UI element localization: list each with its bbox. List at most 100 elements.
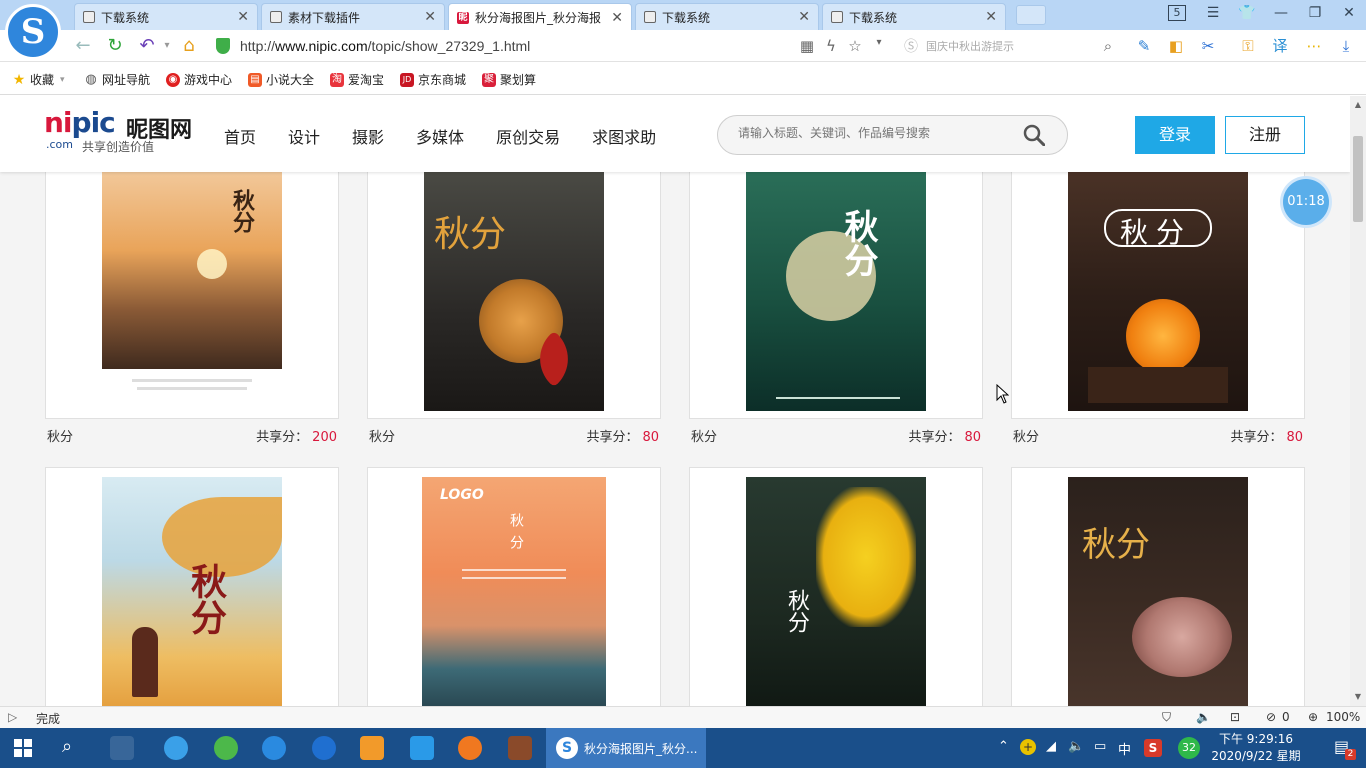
nav-home[interactable]: 首页 xyxy=(224,124,256,148)
poster-image[interactable]: 秋分 xyxy=(1068,171,1248,411)
key-icon[interactable]: ⚿ xyxy=(1238,36,1258,56)
scroll-thumb[interactable] xyxy=(1353,136,1363,222)
bookmark-game[interactable]: ◉ 游戏中心 xyxy=(166,71,232,88)
page-scrollbar[interactable]: ▲ ▼ xyxy=(1350,96,1366,706)
app-icon-archive[interactable] xyxy=(508,736,532,760)
bookmark-juhuasuan[interactable]: 聚 聚划算 xyxy=(482,71,536,88)
tab-material-plugin[interactable]: 素材下载插件 ✕ xyxy=(261,3,445,30)
poster-card[interactable]: LOGO 秋分 xyxy=(367,467,661,706)
poster-image[interactable]: 秋分 xyxy=(102,171,282,369)
taskbar-active-window[interactable]: S 秋分海报图片_秋分... xyxy=(546,728,706,768)
bookmark-novel[interactable]: ▤ 小说大全 xyxy=(248,71,314,88)
app-icon-browser-green[interactable] xyxy=(214,736,238,760)
bookmark-jd[interactable]: JD 京东商城 xyxy=(400,71,466,88)
search-icon[interactable]: ⌕ xyxy=(62,736,72,757)
zoom-level[interactable]: 100% xyxy=(1326,710,1360,724)
lock-icon[interactable]: ⊡ xyxy=(1230,710,1240,724)
login-button[interactable]: 登录 xyxy=(1135,116,1215,154)
bookmark-taobao[interactable]: 淘 爱淘宝 xyxy=(330,71,384,88)
scissors-icon[interactable]: ✂ xyxy=(1198,36,1218,56)
bookmark-favorites[interactable]: ★ 收藏 ▾ xyxy=(12,71,65,88)
tab-nipic-active[interactable]: 昵 秋分海报图片_秋分海报 ✕ xyxy=(448,3,632,31)
nav-multimedia[interactable]: 多媒体 xyxy=(416,124,464,148)
minimize-icon[interactable]: — xyxy=(1270,5,1292,21)
site-logo[interactable]: nipic 昵图网 .com 共享创造价值 xyxy=(44,108,192,155)
battery-icon[interactable]: ▭ xyxy=(1094,739,1106,754)
tab-download-1[interactable]: 下载系统 ✕ xyxy=(74,3,258,30)
app-icon-fan[interactable] xyxy=(110,736,134,760)
close-icon[interactable]: ✕ xyxy=(798,9,810,25)
poster-card[interactable]: 秋分 xyxy=(689,136,983,419)
new-tab-button[interactable] xyxy=(1016,5,1046,25)
nav-photography[interactable]: 摄影 xyxy=(352,124,384,148)
extension-icon[interactable]: ◧ xyxy=(1166,36,1186,56)
close-window-icon[interactable]: ✕ xyxy=(1338,5,1360,21)
ime-indicator[interactable]: 中 xyxy=(1118,739,1131,758)
poster-image[interactable]: 秋分 xyxy=(746,171,926,411)
shield-icon[interactable]: ⛉ xyxy=(1162,710,1171,725)
browser-search-box[interactable]: Ⓢ 国庆中秋出游提示 xyxy=(904,35,1120,57)
windows-start-icon[interactable] xyxy=(14,739,32,757)
app-icon-orange[interactable] xyxy=(360,736,384,760)
poster-image[interactable]: 秋分 xyxy=(102,477,282,706)
card-title[interactable]: 秋分 xyxy=(1013,426,1039,445)
register-button[interactable]: 注册 xyxy=(1225,116,1305,154)
poster-card[interactable]: 秋分 xyxy=(1011,136,1305,419)
tab-count-badge[interactable]: 5 xyxy=(1168,5,1186,21)
network-icon[interactable]: ◢ xyxy=(1046,739,1056,754)
poster-card[interactable]: 秋分 xyxy=(689,467,983,706)
close-icon[interactable]: ✕ xyxy=(611,10,623,26)
bookmark-nav[interactable]: ◍ 网址导航 xyxy=(84,71,150,88)
poster-image[interactable]: LOGO 秋分 xyxy=(422,477,606,706)
poster-card[interactable]: 秋分 xyxy=(1011,467,1305,706)
poster-card[interactable]: 秋分 xyxy=(45,136,339,419)
poster-image[interactable]: 秋分 xyxy=(1068,477,1248,706)
poster-image[interactable]: 秋分 xyxy=(424,171,604,411)
card-title[interactable]: 秋分 xyxy=(369,426,395,445)
site-search-input[interactable] xyxy=(738,126,1008,140)
tab-download-2[interactable]: 下载系统 ✕ xyxy=(635,3,819,30)
volume-icon[interactable]: 🔈 xyxy=(1068,739,1084,754)
download-icon[interactable]: ⤓ xyxy=(1336,36,1356,56)
qrcode-icon[interactable]: ▦ xyxy=(797,37,817,55)
tab-download-3[interactable]: 下载系统 ✕ xyxy=(822,3,1006,30)
scroll-down-icon[interactable]: ▼ xyxy=(1350,690,1366,704)
ie-icon[interactable] xyxy=(262,736,286,760)
nav-design[interactable]: 设计 xyxy=(288,124,320,148)
app-icon-k[interactable] xyxy=(312,736,336,760)
lightning-icon[interactable]: ϟ xyxy=(821,37,841,55)
browser-logo[interactable]: S xyxy=(5,4,61,60)
app-icon-flame[interactable] xyxy=(458,736,482,760)
close-icon[interactable]: ✕ xyxy=(985,9,997,25)
close-icon[interactable]: ✕ xyxy=(424,9,436,25)
chevron-up-icon[interactable]: ⌃ xyxy=(998,739,1009,754)
more-icon[interactable]: ⋯ xyxy=(1304,36,1324,56)
scroll-up-icon[interactable]: ▲ xyxy=(1350,98,1366,112)
plus-icon[interactable]: + xyxy=(1020,739,1036,755)
app-icon-flower[interactable] xyxy=(164,736,188,760)
search-icon[interactable] xyxy=(1023,124,1045,146)
translate-icon[interactable]: 译 xyxy=(1270,36,1290,56)
poster-image[interactable]: 秋分 xyxy=(746,477,926,706)
block-icon[interactable]: ⊘ xyxy=(1266,710,1276,724)
url-field[interactable]: http://www.nipic.com/topic/show_27329_1.… xyxy=(216,34,886,58)
taskbar-clock[interactable]: 下午 9:29:16 2020/9/22 星期二 xyxy=(1206,731,1306,768)
refresh-icon[interactable]: ↻ xyxy=(104,36,126,56)
skin-icon[interactable]: 👕 xyxy=(1236,5,1258,21)
search-icon[interactable]: ⌕ xyxy=(1098,37,1118,55)
back-icon[interactable]: ← xyxy=(72,36,94,56)
poster-card[interactable]: 秋分 xyxy=(367,136,661,419)
speaker-icon[interactable]: 🔈 xyxy=(1196,710,1211,724)
sidebar-toggle-icon[interactable]: ▷ xyxy=(8,710,17,724)
poster-card[interactable]: 秋分 xyxy=(45,467,339,706)
tray-badge[interactable]: 32 xyxy=(1178,737,1200,759)
app-icon-grid[interactable] xyxy=(410,736,434,760)
menu-icon[interactable]: ☰ xyxy=(1202,5,1224,21)
restore-icon[interactable]: ❐ xyxy=(1304,5,1326,21)
zoom-icon[interactable]: ⊕ xyxy=(1308,710,1318,724)
card-title[interactable]: 秋分 xyxy=(691,426,717,445)
star-icon[interactable]: ☆ xyxy=(845,37,865,55)
home-icon[interactable]: ⌂ xyxy=(178,36,200,56)
undo-icon[interactable]: ↶ xyxy=(136,36,158,56)
nav-request-help[interactable]: 求图求助 xyxy=(592,124,656,148)
